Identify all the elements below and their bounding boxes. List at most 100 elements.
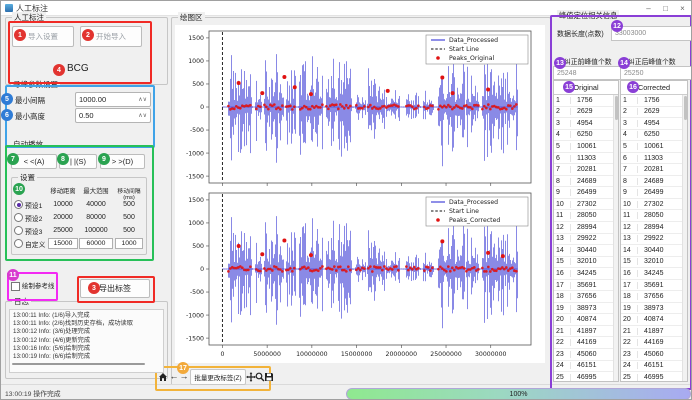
table-row[interactable]: 611303 xyxy=(621,153,683,165)
close-button[interactable]: × xyxy=(674,2,691,15)
badge-12: 12 xyxy=(611,20,623,32)
svg-text:0: 0 xyxy=(200,104,204,111)
table-row[interactable]: 1430440 xyxy=(621,245,683,257)
home-icon[interactable] xyxy=(158,371,168,382)
log-hscrollbar[interactable] xyxy=(12,363,145,365)
table-row[interactable]: 34954 xyxy=(554,118,614,130)
spinner-arrows-icon[interactable]: ∧∨ xyxy=(138,112,147,119)
preset-row[interactable]: 预设325000100000500 xyxy=(14,224,144,237)
min-interval-spinbox[interactable]: 1000.00 ∧∨ xyxy=(75,92,151,107)
min-height-spinbox[interactable]: 0.50 ∧∨ xyxy=(75,108,151,123)
maximize-button[interactable]: □ xyxy=(657,2,674,15)
table-row[interactable]: 2446151 xyxy=(554,361,614,373)
chart-canvas[interactable]: 150010005000-500-1000-1500Data_Processed… xyxy=(175,25,545,363)
preset-radio[interactable] xyxy=(14,239,23,248)
preset-radio[interactable] xyxy=(14,226,23,235)
min-height-value: 0.50 xyxy=(79,111,94,120)
spinner-arrows-icon[interactable]: ∧∨ xyxy=(138,96,147,103)
table-row[interactable]: 1532010 xyxy=(554,257,614,269)
table-row[interactable]: 720281 xyxy=(621,164,683,176)
table-row[interactable]: 2345060 xyxy=(554,349,614,361)
table-row[interactable]: 46250 xyxy=(621,130,683,142)
table-row[interactable]: 1938973 xyxy=(554,303,614,315)
table-row[interactable]: 926499 xyxy=(554,187,614,199)
table-row[interactable]: 2546995 xyxy=(554,372,614,381)
table-row[interactable]: 46250 xyxy=(554,130,614,142)
back-icon[interactable]: ← xyxy=(169,371,179,382)
table-row[interactable]: 1735691 xyxy=(554,280,614,292)
table-row[interactable]: 1837656 xyxy=(554,291,614,303)
preset-input[interactable]: 60000 xyxy=(79,238,113,249)
table-row[interactable]: 1938973 xyxy=(621,303,683,315)
original-peaks-table[interactable]: Original 1175622629349544625051006161130… xyxy=(553,80,619,382)
preset-row[interactable]: 自定义15000600001000 xyxy=(14,237,144,250)
preset-value: 500 xyxy=(114,214,144,221)
table-row[interactable]: 1027302 xyxy=(621,199,683,211)
table-row[interactable]: 1329922 xyxy=(554,234,614,246)
log-line: 13:00:19 Info: (6/6)绘制完成 xyxy=(13,353,160,361)
table-row[interactable]: 1634245 xyxy=(554,268,614,280)
table-row[interactable]: 2446151 xyxy=(621,361,683,373)
preset-label: 自定义 xyxy=(25,239,45,249)
table-row[interactable]: 2345060 xyxy=(621,349,683,361)
chart-figure[interactable]: 150010005000-500-1000-1500Data_Processed… xyxy=(175,25,545,363)
preset-radio[interactable] xyxy=(14,213,23,222)
original-vscrollbar[interactable] xyxy=(613,95,618,381)
table-row[interactable]: 824689 xyxy=(554,176,614,188)
table-row[interactable]: 1634245 xyxy=(621,268,683,280)
table-row[interactable]: 1228994 xyxy=(621,222,683,234)
status-text: 13:00:19 操作完成 xyxy=(5,388,61,398)
batch-edit-labels-button[interactable]: 批量更改标签(Z) xyxy=(190,369,246,385)
preset-input[interactable]: 15000 xyxy=(48,238,78,249)
reference-line-checkbox[interactable] xyxy=(11,282,20,291)
table-row[interactable]: 34954 xyxy=(621,118,683,130)
table-row[interactable]: 11756 xyxy=(621,95,683,107)
badge-5: 5 xyxy=(1,93,13,105)
table-row[interactable]: 22629 xyxy=(621,107,683,119)
table-row[interactable]: 2244169 xyxy=(554,337,614,349)
peak-info-title: 峰值定位相关信息 xyxy=(557,10,619,21)
table-row[interactable]: 22629 xyxy=(554,107,614,119)
table-row[interactable]: 1228994 xyxy=(554,222,614,234)
svg-text:500: 500 xyxy=(192,81,204,88)
minimize-button[interactable]: – xyxy=(640,2,657,15)
table-row[interactable]: 1532010 xyxy=(621,257,683,269)
table-row[interactable]: 1027302 xyxy=(554,199,614,211)
after-count-label: 纠正后峰值个数 xyxy=(628,56,676,66)
table-row[interactable]: 1735691 xyxy=(621,280,683,292)
table-row[interactable]: 510061 xyxy=(621,141,683,153)
badge-8: 8 xyxy=(57,153,69,165)
table-row[interactable]: 824689 xyxy=(621,176,683,188)
table-row[interactable]: 510061 xyxy=(554,141,614,153)
table-row[interactable]: 1430440 xyxy=(554,245,614,257)
preset-input[interactable]: 1000 xyxy=(115,238,143,249)
svg-text:0: 0 xyxy=(200,266,204,273)
table-row[interactable]: 2546995 xyxy=(621,372,683,381)
table-row[interactable]: 1128050 xyxy=(621,210,683,222)
presets-rows: 预设11000040000500预设22000080000500预设325000… xyxy=(14,198,144,250)
table-row[interactable]: 1837656 xyxy=(621,291,683,303)
preset-row[interactable]: 预设11000040000500 xyxy=(14,198,144,211)
autoplay-settings-group: 设置 移动距离 最大范围 移动间隔(ms) 预设11000040000500预设… xyxy=(11,177,147,255)
corrected-peaks-table[interactable]: Corrected 117562262934954462505100616113… xyxy=(620,80,688,382)
table-row[interactable]: 2244169 xyxy=(621,337,683,349)
table-row[interactable]: 11756 xyxy=(554,95,614,107)
reference-line-option[interactable]: 绘制参考线 xyxy=(11,280,54,291)
corrected-vscrollbar[interactable] xyxy=(682,95,687,381)
group-annotation-title: 人工标注 xyxy=(12,12,46,23)
table-row[interactable]: 2141897 xyxy=(621,326,683,338)
autoplay-title: 自动播放 xyxy=(11,139,45,150)
table-row[interactable]: 2141897 xyxy=(554,326,614,338)
save-icon[interactable] xyxy=(264,371,274,382)
table-row[interactable]: 1329922 xyxy=(621,234,683,246)
table-row[interactable]: 720281 xyxy=(554,164,614,176)
preset-row[interactable]: 预设22000080000500 xyxy=(14,211,144,224)
table-row[interactable]: 2040874 xyxy=(621,314,683,326)
table-row[interactable]: 2040874 xyxy=(554,314,614,326)
preset-radio[interactable] xyxy=(14,200,23,209)
table-row[interactable]: 1128050 xyxy=(554,210,614,222)
svg-text:500: 500 xyxy=(192,243,204,250)
table-row[interactable]: 926499 xyxy=(621,187,683,199)
table-row[interactable]: 611303 xyxy=(554,153,614,165)
app-window: 人工标注 – □ × 人工标注 导入设置 开始导入 BCG 寻峰参数设置 最小间… xyxy=(0,0,692,400)
